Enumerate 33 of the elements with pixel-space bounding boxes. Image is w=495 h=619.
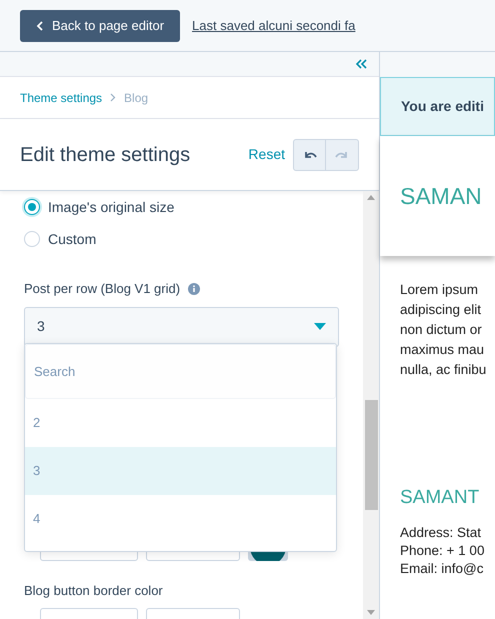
editing-banner: You are editi [380, 77, 495, 136]
breadcrumb-current: Blog [124, 90, 148, 106]
radio-label: Image's original size [48, 198, 174, 217]
last-saved-link[interactable]: Last saved alcuni secondi fa [192, 16, 356, 36]
radio-button[interactable] [24, 199, 40, 215]
collapse-icon[interactable] [355, 59, 367, 69]
radio-button[interactable] [24, 231, 40, 247]
field-label: Post per row (Blog V1 grid) [24, 280, 180, 298]
scrollbar[interactable] [363, 191, 379, 619]
chevron-right-icon [110, 93, 116, 102]
site-logo: SAMAN [400, 182, 482, 211]
caret-down-icon [314, 323, 326, 330]
contact-info: Address: Stat Phone: + 1 00 Email: info@c [400, 524, 486, 578]
footer-logo: SAMANT [400, 488, 480, 508]
field-label: Blog button border color [24, 582, 164, 600]
dropdown-option[interactable]: 2 [25, 399, 336, 447]
scroll-up-icon[interactable] [367, 195, 375, 200]
redo-icon [335, 150, 349, 160]
search-field[interactable]: Search [25, 344, 336, 399]
chevron-left-icon [36, 20, 44, 30]
body-paragraph: Lorem ipsum adipiscing elit non dictum or maximus mau nulla, ac finibu [400, 281, 488, 379]
scrollbar-thumb[interactable] [364, 400, 378, 510]
radio-label: Custom [48, 230, 96, 248]
breadcrumb-link[interactable]: Theme settings [20, 88, 102, 106]
dropdown-option[interactable]: 3 [25, 447, 336, 495]
undo-icon [302, 150, 316, 160]
dropdown-select[interactable]: 3 [24, 306, 339, 346]
info-icon [188, 282, 200, 295]
dropdown-option[interactable]: 4 [25, 495, 336, 543]
reset-button[interactable]: Reset [248, 144, 285, 165]
panel-title: Edit theme settings [20, 142, 192, 168]
back-button[interactable]: Back to page editor [20, 10, 180, 42]
scroll-down-icon[interactable] [367, 610, 375, 615]
